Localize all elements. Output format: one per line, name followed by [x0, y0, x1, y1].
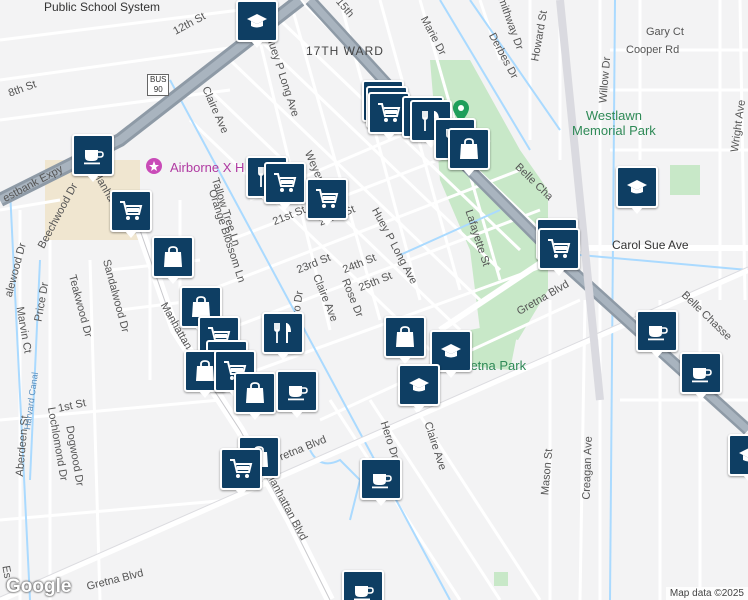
green-patch	[670, 165, 700, 195]
google-logo: Google	[6, 576, 72, 597]
coffee-icon	[84, 150, 104, 165]
label-airborne: Airborne X H	[170, 160, 245, 175]
school-icon	[627, 180, 647, 194]
coffee-marker[interactable]	[680, 352, 722, 400]
cart-marker[interactable]	[538, 228, 580, 276]
label-gary-ct: Gary Ct	[646, 26, 684, 38]
cart-icon	[378, 103, 401, 122]
coffee-icon	[648, 326, 668, 341]
bag-marker[interactable]	[384, 316, 426, 364]
coffee-marker[interactable]	[72, 134, 114, 182]
school-icon	[739, 448, 748, 462]
school-marker[interactable]	[616, 166, 658, 214]
school-icon	[409, 378, 429, 392]
bag-icon	[460, 138, 478, 159]
coffee-icon	[288, 386, 308, 401]
cart-marker[interactable]	[110, 190, 152, 238]
bag-icon	[396, 326, 414, 347]
label-17th-ward: 17TH WARD	[306, 44, 384, 58]
coffee-marker[interactable]	[342, 570, 384, 600]
label-westlawn-memorial-park: Westlawn Memorial Park	[572, 108, 656, 138]
restaurant-marker[interactable]	[262, 312, 304, 360]
bag-marker[interactable]	[448, 128, 490, 176]
map-canvas[interactable]: BUS 90 Public School System 12th St 15th…	[0, 0, 748, 600]
bag-icon	[246, 382, 264, 403]
label-carol-sue-ave: Carol Sue Ave	[612, 238, 689, 252]
bus-shield-number: 90	[153, 85, 163, 94]
airborne-poi-icon[interactable]	[146, 158, 162, 174]
cart-marker[interactable]	[264, 162, 306, 210]
school-marker[interactable]	[728, 434, 748, 482]
coffee-icon	[372, 474, 392, 489]
small-park	[494, 572, 508, 586]
cart-icon	[230, 459, 253, 478]
coffee-icon	[692, 368, 712, 383]
bag-icon	[164, 246, 182, 267]
coffee-marker[interactable]	[360, 458, 402, 506]
school-icon	[247, 14, 267, 28]
bus-90-shield: BUS 90	[147, 74, 170, 96]
label-creagan-ave: Creagan Ave	[580, 436, 595, 500]
cart-icon	[316, 189, 339, 208]
coffee-marker[interactable]	[276, 370, 318, 418]
coffee-marker[interactable]	[636, 310, 678, 358]
bus-shield-top: BUS	[150, 75, 167, 84]
cart-marker[interactable]	[306, 178, 348, 226]
label-cooper-rd: Cooper Rd	[626, 44, 680, 56]
restaurant-icon	[274, 323, 291, 343]
cart-icon	[274, 173, 297, 192]
school-marker[interactable]	[236, 0, 278, 48]
label-public-school-system: Public School System	[44, 0, 161, 14]
coffee-icon	[354, 586, 374, 600]
cart-marker[interactable]	[220, 448, 262, 496]
cart-icon	[548, 239, 571, 258]
bag-marker[interactable]	[152, 236, 194, 284]
bag-marker[interactable]	[234, 372, 276, 420]
school-marker[interactable]	[398, 364, 440, 412]
school-icon	[441, 344, 461, 358]
cart-icon	[120, 201, 143, 220]
map-attribution[interactable]: Map data ©2025	[665, 587, 748, 600]
